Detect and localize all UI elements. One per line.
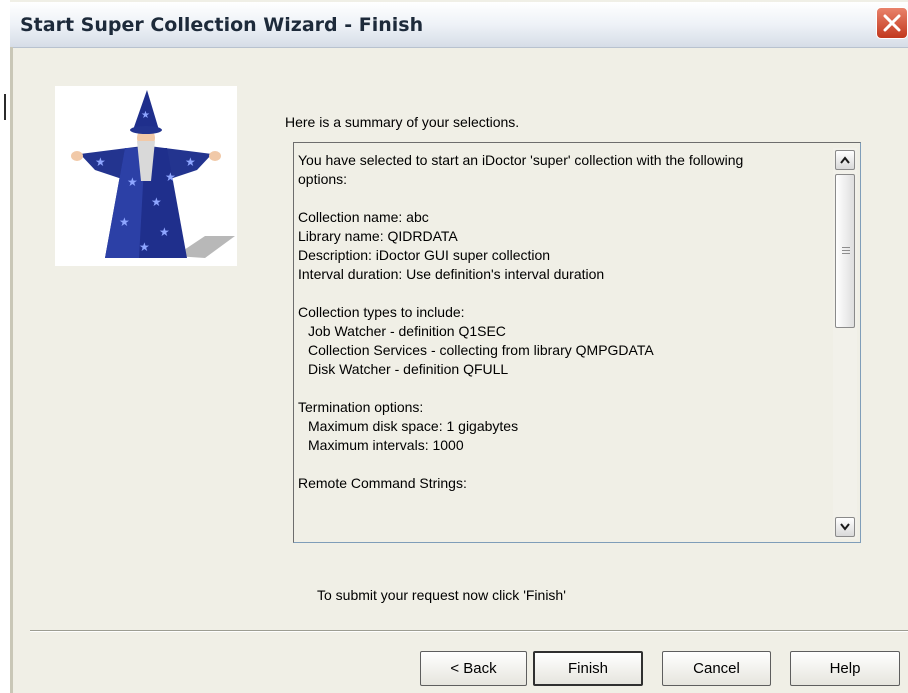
separator — [30, 630, 908, 632]
back-button[interactable]: < Back — [420, 651, 527, 686]
svg-text:★: ★ — [159, 225, 170, 239]
chevron-up-icon — [840, 156, 850, 164]
summary-line: Job Watcher - definition Q1SEC — [308, 323, 506, 339]
scroll-up-button[interactable] — [835, 150, 855, 170]
scroll-down-button[interactable] — [835, 517, 855, 537]
svg-text:★: ★ — [139, 240, 150, 254]
wizard-image: ★ ★ ★ ★ ★ ★ ★ ★ ★ — [55, 86, 237, 266]
chevron-down-icon — [840, 523, 850, 531]
summary-line: Description: iDoctor GUI super collectio… — [298, 247, 551, 263]
summary-line: Collection types to include: — [298, 304, 465, 320]
summary-line: Maximum disk space: 1 gigabytes — [308, 418, 519, 434]
svg-text:★: ★ — [151, 195, 162, 209]
scroll-thumb[interactable] — [835, 174, 855, 328]
summary-line: Disk Watcher - definition QFULL — [308, 361, 509, 377]
left-edge — [0, 0, 10, 693]
summary-line: Maximum intervals: 1000 — [308, 437, 464, 453]
cancel-button[interactable]: Cancel — [662, 651, 771, 686]
svg-text:★: ★ — [127, 175, 138, 189]
help-button[interactable]: Help — [790, 651, 900, 686]
title-bar[interactable]: Start Super Collection Wizard - Finish — [10, 2, 908, 48]
svg-text:★: ★ — [141, 110, 150, 121]
close-icon — [883, 14, 901, 32]
close-button[interactable] — [876, 7, 908, 39]
summary-line: Library name: QIDRDATA — [298, 228, 458, 244]
finish-button[interactable]: Finish — [533, 651, 643, 686]
summary-line: Termination options: — [298, 399, 424, 415]
summary-line: You have selected to start an iDoctor 's… — [298, 152, 744, 168]
vertical-scrollbar[interactable] — [833, 148, 857, 539]
instruction-text: To submit your request now click 'Finish… — [317, 587, 566, 603]
svg-text:★: ★ — [119, 215, 130, 229]
wizard-dialog: Start Super Collection Wizard - Finish ★… — [0, 0, 908, 693]
summary-line: Collection Services - collecting from li… — [308, 342, 654, 358]
dialog-left-border — [10, 47, 13, 693]
summary-line: Remote Command Strings: — [298, 475, 467, 491]
summary-heading: Here is a summary of your selections. — [285, 114, 520, 130]
svg-text:★: ★ — [165, 170, 176, 184]
grip-icon — [842, 247, 850, 255]
summary-content: You have selected to start an iDoctor 's… — [298, 151, 826, 493]
svg-text:★: ★ — [95, 155, 106, 169]
summary-text-area[interactable]: You have selected to start an iDoctor 's… — [293, 142, 861, 543]
wizard-icon: ★★★ ★★★ ★★ ★ — [71, 90, 235, 258]
window-title: Start Super Collection Wizard - Finish — [20, 14, 424, 36]
summary-line: options: — [298, 171, 348, 187]
summary-line: Interval duration: Use definition's inte… — [298, 266, 605, 282]
svg-text:★: ★ — [185, 155, 196, 169]
summary-line: Collection name: abc — [298, 209, 429, 225]
